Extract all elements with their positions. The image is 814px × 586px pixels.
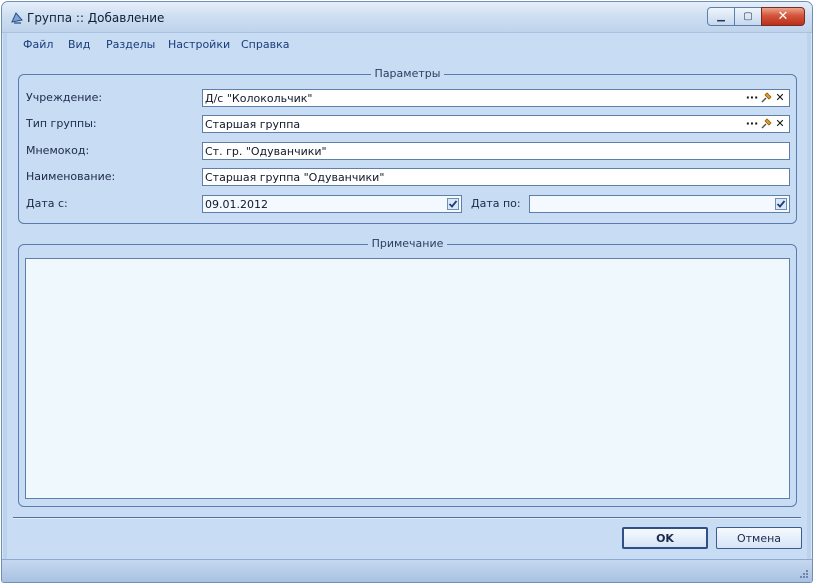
minimize-icon: ▁ <box>717 10 725 22</box>
menu-view[interactable]: Вид <box>68 38 90 51</box>
menu-sections[interactable]: Разделы <box>106 38 155 51</box>
parameters-legend: Параметры <box>370 67 445 80</box>
institution-label: Учреждение: <box>26 91 103 104</box>
date-from-field[interactable]: 09.01.2012 <box>202 195 462 213</box>
resize-grip-icon[interactable] <box>797 567 809 579</box>
menu-bar: Файл Вид Разделы Настройки Справка <box>7 33 807 55</box>
dialog-client-area: Файл Вид Разделы Настройки Справка Парам… <box>7 33 807 559</box>
institution-value: Д/с "Колокольчик" <box>205 92 313 105</box>
mnemocode-value: Ст. гр. "Одуванчики" <box>205 145 327 158</box>
date-to-label: Дата по: <box>471 197 521 210</box>
group-app-icon <box>11 12 23 24</box>
minimize-button[interactable]: ▁ <box>707 7 735 26</box>
institution-pin-icon[interactable] <box>759 91 773 105</box>
menu-file[interactable]: Файл <box>23 38 53 51</box>
group-type-clear-icon[interactable]: ✕ <box>773 117 787 131</box>
note-textarea[interactable] <box>25 258 790 499</box>
name-label: Наименование: <box>26 170 116 183</box>
institution-field[interactable]: Д/с "Колокольчик" ··· ✕ <box>202 89 790 107</box>
note-legend: Примечание <box>367 237 448 250</box>
menu-settings[interactable]: Настройки <box>168 38 230 51</box>
window-controls: ▁ ▢ ✕ <box>707 7 805 26</box>
group-type-pin-icon[interactable] <box>759 117 773 131</box>
name-value: Старшая группа "Одуванчики" <box>205 171 385 184</box>
status-bar <box>2 559 812 582</box>
cancel-button[interactable]: Отмена <box>716 527 802 549</box>
window-title: Группа :: Добавление <box>27 11 165 25</box>
maximize-button[interactable]: ▢ <box>734 7 762 26</box>
mnemocode-label: Мнемокод: <box>26 144 90 157</box>
date-from-check-icon[interactable] <box>447 198 459 210</box>
institution-lookup-icon[interactable]: ··· <box>745 91 759 105</box>
date-from-value: 09.01.2012 <box>205 198 268 211</box>
name-field[interactable]: Старшая группа "Одуванчики" <box>202 168 790 186</box>
group-type-value: Старшая группа <box>205 118 301 131</box>
menu-help[interactable]: Справка <box>241 38 289 51</box>
group-type-label: Тип группы: <box>26 117 97 130</box>
maximize-icon: ▢ <box>743 10 753 22</box>
institution-clear-icon[interactable]: ✕ <box>773 91 787 105</box>
ok-button[interactable]: OK <box>622 527 708 549</box>
group-type-lookup-icon[interactable]: ··· <box>745 117 759 131</box>
note-group: Примечание <box>18 237 797 507</box>
button-separator <box>13 517 801 519</box>
close-button[interactable]: ✕ <box>761 7 805 26</box>
date-from-label: Дата с: <box>26 197 68 210</box>
mnemocode-field[interactable]: Ст. гр. "Одуванчики" <box>202 142 790 160</box>
title-bar[interactable]: Группа :: Добавление ▁ ▢ ✕ <box>2 2 812 33</box>
close-icon: ✕ <box>777 8 789 24</box>
group-type-field[interactable]: Старшая группа ··· ✕ <box>202 115 790 133</box>
dialog-window: Группа :: Добавление ▁ ▢ ✕ Файл Вид Разд… <box>1 1 813 583</box>
parameters-group: Параметры Учреждение: Д/с "Колокольчик" … <box>18 67 797 224</box>
date-to-check-icon[interactable] <box>775 198 787 210</box>
date-to-field[interactable] <box>529 195 790 213</box>
